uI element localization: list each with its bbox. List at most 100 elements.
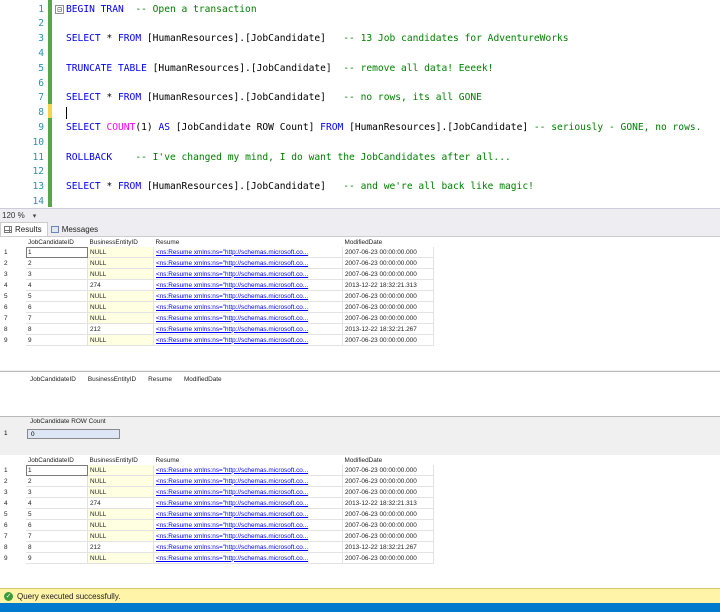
grid-cell[interactable]: <ns:Resume xmlns:ns="http://schemas.micr… bbox=[153, 279, 343, 291]
grid-cell[interactable]: 6 bbox=[26, 519, 88, 531]
grid-cell[interactable]: 2013-12-22 18:32:21.267 bbox=[342, 541, 434, 553]
grid-cell[interactable]: <ns:Resume xmlns:ns="http://schemas.micr… bbox=[153, 465, 343, 476]
grid-cell[interactable]: <ns:Resume xmlns:ns="http://schemas.micr… bbox=[153, 541, 343, 553]
column-header[interactable]: Resume bbox=[153, 237, 343, 247]
chevron-down-icon[interactable]: ▾ bbox=[33, 212, 37, 220]
column-header[interactable]: Resume bbox=[153, 455, 343, 465]
grid-cell[interactable]: 5 bbox=[26, 290, 88, 302]
grid-cell[interactable]: 2007-06-23 00:00:00.000 bbox=[342, 268, 434, 280]
grid-cell[interactable]: 2007-06-23 00:00:00.000 bbox=[342, 465, 434, 476]
result-grid-3-count[interactable]: JobCandidate ROW Count 1 0 bbox=[0, 417, 720, 440]
grid-cell[interactable]: 4 bbox=[26, 497, 88, 509]
grid-cell[interactable]: <ns:Resume xmlns:ns="http://schemas.micr… bbox=[153, 508, 343, 520]
grid-cell[interactable]: 212 bbox=[87, 323, 154, 335]
grid-cell[interactable]: NULL bbox=[87, 508, 154, 520]
row-number[interactable]: 1 bbox=[0, 465, 26, 476]
grid-cell[interactable]: <ns:Resume xmlns:ns="http://schemas.micr… bbox=[153, 247, 343, 258]
grid-cell[interactable]: NULL bbox=[87, 475, 154, 487]
result-grid-1[interactable]: JobCandidateID BusinessEntityID Resume Modi… bbox=[0, 237, 720, 370]
grid-cell[interactable]: <ns:Resume xmlns:ns="http://schemas.micr… bbox=[153, 475, 343, 487]
grid-cell[interactable]: 2013-12-22 18:32:21.313 bbox=[342, 279, 434, 291]
row-number[interactable]: 2 bbox=[0, 258, 26, 269]
tab-messages[interactable]: Messages bbox=[48, 223, 103, 236]
grid-cell[interactable]: 2007-06-23 00:00:00.000 bbox=[342, 552, 434, 564]
grid-cell[interactable]: <ns:Resume xmlns:ns="http://schemas.micr… bbox=[153, 486, 343, 498]
grid-cell[interactable]: NULL bbox=[87, 268, 154, 280]
grid-cell[interactable]: <ns:Resume xmlns:ns="http://schemas.micr… bbox=[153, 268, 343, 280]
grid-cell[interactable]: 1 bbox=[26, 465, 88, 476]
grid-cell[interactable]: <ns:Resume xmlns:ns="http://schemas.micr… bbox=[153, 497, 343, 509]
grid-cell[interactable]: 9 bbox=[26, 552, 88, 564]
code-line[interactable]: 14 bbox=[0, 192, 720, 207]
grid-cell[interactable]: 2007-06-23 00:00:00.000 bbox=[342, 519, 434, 531]
column-header[interactable]: JobCandidateID bbox=[26, 455, 88, 465]
row-number[interactable]: 5 bbox=[0, 291, 26, 302]
row-number-header[interactable] bbox=[0, 455, 26, 465]
grid-cell[interactable]: NULL bbox=[87, 486, 154, 498]
row-number[interactable]: 8 bbox=[0, 542, 26, 553]
grid-cell[interactable]: NULL bbox=[87, 530, 154, 542]
row-number[interactable]: 7 bbox=[0, 531, 26, 542]
row-number[interactable]: 2 bbox=[0, 476, 26, 487]
row-number[interactable]: 5 bbox=[0, 509, 26, 520]
grid-cell[interactable]: 2007-06-23 00:00:00.000 bbox=[342, 508, 434, 520]
row-number[interactable]: 9 bbox=[0, 335, 26, 346]
row-number[interactable]: 1 bbox=[0, 247, 26, 258]
column-header[interactable]: JobCandidateID bbox=[26, 237, 88, 247]
grid-cell[interactable]: NULL bbox=[87, 334, 154, 346]
grid-cell[interactable]: 8 bbox=[26, 541, 88, 553]
row-number[interactable]: 6 bbox=[0, 302, 26, 313]
grid-cell[interactable]: 2007-06-23 00:00:00.000 bbox=[342, 301, 434, 313]
grid-cell[interactable]: 5 bbox=[26, 508, 88, 520]
grid-cell[interactable]: 7 bbox=[26, 530, 88, 542]
grid-cell[interactable]: <ns:Resume xmlns:ns="http://schemas.micr… bbox=[153, 257, 343, 269]
grid-cell[interactable]: NULL bbox=[87, 290, 154, 302]
row-number-header[interactable] bbox=[0, 237, 26, 247]
grid-cell[interactable]: NULL bbox=[87, 312, 154, 324]
grid-cell[interactable]: 0 bbox=[27, 428, 120, 439]
grid-cell[interactable]: <ns:Resume xmlns:ns="http://schemas.micr… bbox=[153, 323, 343, 335]
row-number[interactable]: 3 bbox=[0, 487, 26, 498]
grid-cell[interactable]: 6 bbox=[26, 301, 88, 313]
query-editor[interactable]: 1 ⊟ BEGIN TRAN -- Open a transaction 2 3 SELE… bbox=[0, 0, 720, 207]
row-number[interactable]: 3 bbox=[0, 269, 26, 280]
grid-cell[interactable]: <ns:Resume xmlns:ns="http://schemas.micr… bbox=[153, 519, 343, 531]
grid-cell[interactable]: 2007-06-23 00:00:00.000 bbox=[342, 247, 434, 258]
grid-cell[interactable]: <ns:Resume xmlns:ns="http://schemas.micr… bbox=[153, 552, 343, 564]
grid-cell[interactable]: 3 bbox=[26, 486, 88, 498]
grid-cell[interactable]: NULL bbox=[87, 257, 154, 269]
grid-cell[interactable]: <ns:Resume xmlns:ns="http://schemas.micr… bbox=[153, 530, 343, 542]
row-number[interactable]: 8 bbox=[0, 324, 26, 335]
grid-cell[interactable]: 2013-12-22 18:32:21.267 bbox=[342, 323, 434, 335]
column-header[interactable]: ModifiedDate bbox=[342, 455, 434, 465]
grid-cell[interactable]: 2007-06-23 00:00:00.000 bbox=[342, 530, 434, 542]
grid-cell[interactable]: 274 bbox=[87, 497, 154, 509]
grid-cell[interactable]: <ns:Resume xmlns:ns="http://schemas.micr… bbox=[153, 312, 343, 324]
row-number[interactable]: 9 bbox=[0, 553, 26, 564]
grid-cell[interactable]: 7 bbox=[26, 312, 88, 324]
grid-cell[interactable]: 2 bbox=[26, 257, 88, 269]
column-header[interactable]: BusinessEntityID bbox=[87, 237, 154, 247]
row-number[interactable]: 7 bbox=[0, 313, 26, 324]
result-grid-2-empty[interactable]: JobCandidateID BusinessEntityID Resume M… bbox=[0, 371, 720, 417]
grid-cell[interactable]: NULL bbox=[87, 247, 154, 258]
grid-cell[interactable]: 1 bbox=[26, 247, 88, 258]
result-grid-4[interactable]: JobCandidateID BusinessEntityID Resume Modi… bbox=[0, 455, 720, 587]
grid-cell[interactable]: NULL bbox=[87, 465, 154, 476]
grid-cell[interactable]: 9 bbox=[26, 334, 88, 346]
grid-cell[interactable]: 4 bbox=[26, 279, 88, 291]
grid-cell[interactable]: 2007-06-23 00:00:00.000 bbox=[342, 257, 434, 269]
row-number[interactable]: 6 bbox=[0, 520, 26, 531]
row-number[interactable]: 4 bbox=[0, 280, 26, 291]
tab-results[interactable]: Results bbox=[0, 222, 48, 236]
grid-cell[interactable]: NULL bbox=[87, 519, 154, 531]
grid-cell[interactable]: 2007-06-23 00:00:00.000 bbox=[342, 334, 434, 346]
grid-cell[interactable]: 212 bbox=[87, 541, 154, 553]
zoom-dropdown[interactable]: 120 % ▾ bbox=[0, 211, 36, 220]
grid-cell[interactable]: 2007-06-23 00:00:00.000 bbox=[342, 290, 434, 302]
grid-cell[interactable]: NULL bbox=[87, 301, 154, 313]
grid-cell[interactable]: 2 bbox=[26, 475, 88, 487]
column-header[interactable]: ModifiedDate bbox=[342, 237, 434, 247]
grid-cell[interactable]: 8 bbox=[26, 323, 88, 335]
grid-cell[interactable]: <ns:Resume xmlns:ns="http://schemas.micr… bbox=[153, 290, 343, 302]
